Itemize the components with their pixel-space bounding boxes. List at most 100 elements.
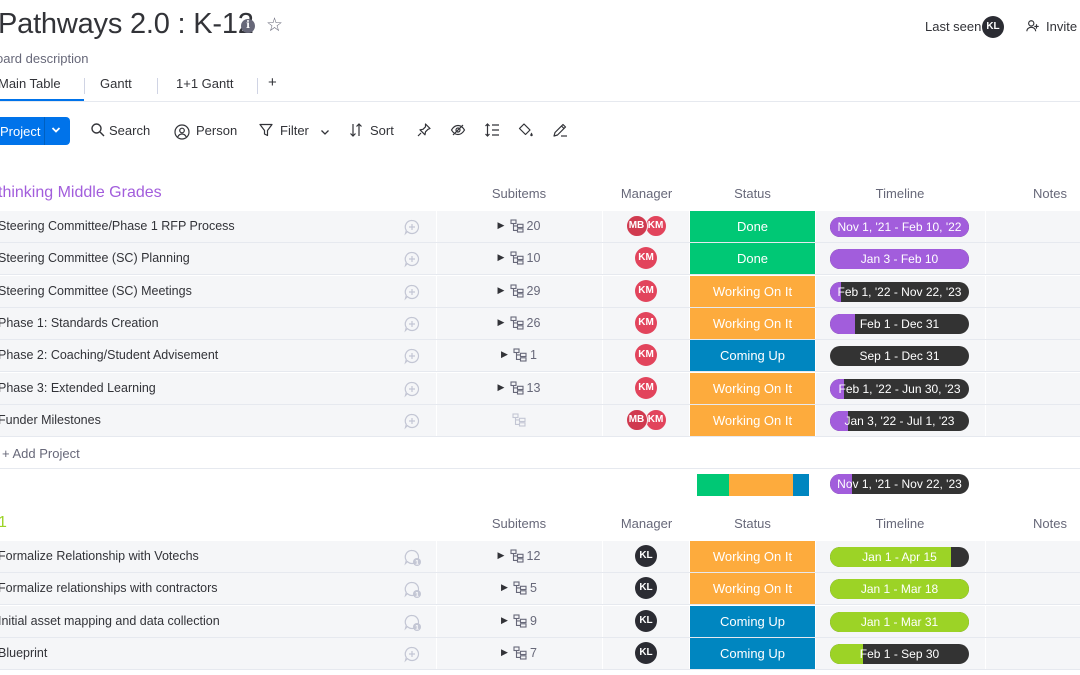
timeline-pill[interactable]: Nov 1, '21 - Feb 10, '22 xyxy=(830,217,969,237)
status-cell[interactable]: Coming Up xyxy=(690,340,815,372)
status-cell[interactable]: Coming Up xyxy=(690,605,815,637)
subitems-icon[interactable] xyxy=(513,581,527,595)
expand-subitems-caret-icon[interactable]: ▶ xyxy=(501,615,508,626)
add-update-icon[interactable] xyxy=(403,250,421,268)
column-header-subitems[interactable]: Subitems xyxy=(469,516,569,531)
add-item-row[interactable]: + Add Project xyxy=(0,437,1080,469)
person-filter-button[interactable]: Person xyxy=(196,123,237,138)
manager-avatar[interactable]: KM xyxy=(644,408,667,431)
manager-avatar[interactable]: KM xyxy=(644,215,667,237)
subitems-count[interactable]: 20 xyxy=(527,219,541,233)
manager-avatar[interactable]: MB xyxy=(625,408,648,431)
manager-avatar[interactable]: KL xyxy=(635,609,657,632)
timeline-summary[interactable]: Nov 1, '21 - Nov 22, '23 xyxy=(830,474,969,494)
expand-subitems-caret-icon[interactable]: ▶ xyxy=(498,285,505,296)
item-name[interactable]: Formalize relationships with contractors xyxy=(0,581,218,595)
sort-icon[interactable] xyxy=(348,122,364,138)
column-header-manager[interactable]: Manager xyxy=(604,516,689,531)
info-icon[interactable]: i xyxy=(241,19,255,33)
subitems-icon[interactable] xyxy=(512,413,526,427)
group-title[interactable]: 1 xyxy=(0,514,7,532)
subitems-count[interactable]: 26 xyxy=(527,316,541,330)
subitems-icon[interactable] xyxy=(509,251,524,265)
expand-subitems-caret-icon[interactable]: ▶ xyxy=(498,382,505,393)
timeline-pill[interactable]: Jan 1 - Mar 18 xyxy=(830,579,969,600)
timeline-pill[interactable]: Feb 1 - Dec 31 xyxy=(830,313,969,334)
add-update-icon[interactable] xyxy=(403,218,421,236)
table-row[interactable]: Phase 2: Coaching/Student Advisement ▶ 1 KM… xyxy=(0,340,1080,373)
add-update-icon[interactable] xyxy=(403,412,421,430)
status-cell[interactable]: Working On It xyxy=(690,275,815,307)
manager-avatar[interactable]: KL xyxy=(635,641,657,664)
table-row[interactable]: Formalize relationships with contractors… xyxy=(0,573,1080,606)
status-cell[interactable]: Working On It xyxy=(690,307,815,339)
add-person-icon[interactable] xyxy=(1026,19,1040,33)
item-name[interactable]: Phase 1: Standards Creation xyxy=(0,316,159,330)
tab-1-1-gantt[interactable]: 1+1 Gantt xyxy=(176,76,233,91)
timeline-pill[interactable]: Jan 1 - Mar 31 xyxy=(830,611,969,632)
color-fill-icon[interactable] xyxy=(518,122,534,138)
status-cell[interactable]: Coming Up xyxy=(690,637,815,669)
subitems-icon[interactable] xyxy=(509,549,524,563)
table-row[interactable]: Steering Committee (SC) Meetings ▶ 29 KM Wor… xyxy=(0,275,1080,308)
column-header-status[interactable]: Status xyxy=(690,516,815,531)
status-cell[interactable]: Working On It xyxy=(690,404,815,436)
item-name[interactable]: Blueprint xyxy=(0,646,47,660)
column-header-notes[interactable]: Notes xyxy=(1010,186,1080,201)
subitems-icon[interactable] xyxy=(513,348,527,362)
sort-button[interactable]: Sort xyxy=(370,123,394,138)
status-cell[interactable]: Done xyxy=(690,243,815,275)
person-icon[interactable] xyxy=(174,124,190,140)
status-summary-bar[interactable] xyxy=(697,474,809,496)
filter-icon[interactable] xyxy=(258,122,274,138)
expand-subitems-caret-icon[interactable]: ▶ xyxy=(501,582,508,593)
add-update-icon[interactable] xyxy=(403,347,421,365)
subitems-icon[interactable] xyxy=(509,284,524,298)
timeline-pill[interactable]: Jan 3, '22 - Jul 1, '23 xyxy=(830,410,969,431)
column-header-timeline[interactable]: Timeline xyxy=(830,186,970,201)
board-title[interactable]: Pathways 2.0 : K-12 xyxy=(0,8,254,41)
status-cell[interactable]: Working On It xyxy=(690,541,815,572)
table-row[interactable]: Steering Committee/Phase 1 RFP Process ▶ 2… xyxy=(0,211,1080,243)
tab-gantt[interactable]: Gantt xyxy=(100,76,132,91)
subitems-icon[interactable] xyxy=(509,219,524,233)
item-name[interactable]: Steering Committee/Phase 1 RFP Process xyxy=(0,219,235,233)
expand-subitems-caret-icon[interactable]: ▶ xyxy=(501,349,508,360)
manager-avatar[interactable]: KM xyxy=(635,376,657,399)
subitems-count[interactable]: 5 xyxy=(530,581,537,595)
filter-button[interactable]: Filter xyxy=(280,123,309,138)
status-cell[interactable]: Working On It xyxy=(690,372,815,404)
column-header-status[interactable]: Status xyxy=(690,186,815,201)
subitems-icon[interactable] xyxy=(513,614,527,628)
item-name[interactable]: Steering Committee (SC) Planning xyxy=(0,251,190,265)
subitems-icon[interactable] xyxy=(513,646,527,660)
table-row[interactable]: Phase 1: Standards Creation ▶ 26 KM Working … xyxy=(0,307,1080,340)
table-row[interactable]: Initial asset mapping and data collectio… xyxy=(0,605,1080,638)
timeline-pill[interactable]: Jan 1 - Apr 15 xyxy=(830,547,969,567)
timeline-pill[interactable]: Jan 3 - Feb 10 xyxy=(830,249,969,270)
add-update-icon[interactable] xyxy=(403,380,421,398)
tab-main-table[interactable]: Main Table xyxy=(0,76,61,91)
expand-subitems-caret-icon[interactable]: ▶ xyxy=(498,220,505,231)
expand-subitems-caret-icon[interactable]: ▶ xyxy=(498,317,505,328)
expand-subitems-caret-icon[interactable]: ▶ xyxy=(498,550,505,561)
manager-avatar[interactable]: KM xyxy=(635,279,657,302)
pin-icon[interactable] xyxy=(416,122,432,138)
hide-icon[interactable] xyxy=(450,122,466,138)
item-name[interactable]: Phase 3: Extended Learning xyxy=(0,381,156,395)
column-header-manager[interactable]: Manager xyxy=(604,186,689,201)
add-update-icon[interactable]: 1 xyxy=(403,548,421,566)
add-update-icon[interactable] xyxy=(403,283,421,301)
add-update-icon[interactable] xyxy=(403,645,421,663)
subitems-icon[interactable] xyxy=(509,380,524,395)
subitems-count[interactable]: 10 xyxy=(527,251,541,265)
timeline-pill[interactable]: Feb 1, '22 - Jun 30, '23 xyxy=(830,378,969,399)
column-header-notes[interactable]: Notes xyxy=(1010,516,1080,531)
item-name[interactable]: Funder Milestones xyxy=(0,413,101,427)
subitems-count[interactable]: 9 xyxy=(530,614,537,628)
last-seen-avatar[interactable]: KL xyxy=(982,16,1004,38)
subitems-count[interactable]: 13 xyxy=(527,381,541,395)
timeline-pill[interactable]: Feb 1, '22 - Nov 22, '23 xyxy=(830,281,969,302)
column-header-subitems[interactable]: Subitems xyxy=(469,186,569,201)
edit-icon[interactable] xyxy=(552,122,568,138)
